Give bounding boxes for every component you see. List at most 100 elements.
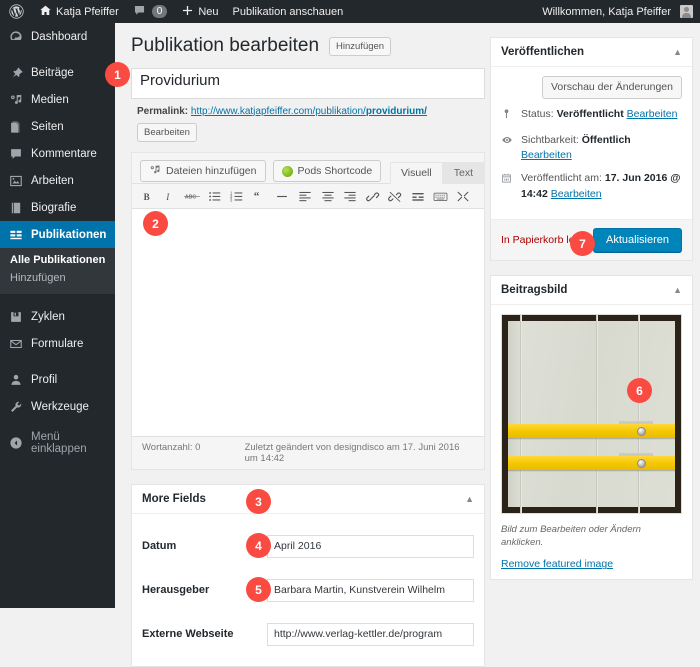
comments-menu[interactable]: 0 [126, 0, 175, 23]
wordpress-icon[interactable] [0, 0, 32, 23]
strikethrough-icon[interactable]: ABC [181, 186, 204, 206]
add-media-label: Dateien hinzufügen [166, 165, 257, 178]
permalink-url[interactable]: http://www.katjapfeiffer.com/publikation… [191, 106, 427, 117]
update-button[interactable]: Aktualisieren [593, 227, 682, 252]
sidebar-subitem-label: Alle Publikationen [10, 254, 106, 266]
herausgeber-input[interactable]: Barbara Martin, Kunstverein Wilhelm [267, 578, 474, 602]
site-name-label: Katja Pfeiffer [56, 5, 119, 18]
callout-badge-2: 2 [143, 211, 168, 236]
datum-input[interactable]: April 2016 [267, 534, 474, 558]
add-new-button[interactable]: Hinzufügen [329, 36, 392, 57]
align-right-icon[interactable] [339, 186, 362, 206]
sidebar-item-arbeiten[interactable]: Arbeiten [0, 167, 115, 194]
title-field-wrap: Providurium [123, 67, 493, 99]
horizontal-rule-icon[interactable] [271, 186, 294, 206]
side-column: Veröffentlichen ▲ Vorschau der Änderunge… [490, 37, 693, 594]
post-title-input[interactable]: Providurium [131, 67, 485, 99]
page-title: Publikation bearbeiten [131, 35, 320, 56]
preview-row: Vorschau der Änderungen [501, 76, 682, 99]
photo-seam [596, 314, 597, 513]
pin-icon [501, 107, 515, 125]
field-row-datum: Datum April 2016 [142, 524, 474, 568]
italic-icon[interactable]: I [159, 186, 182, 206]
align-center-icon[interactable] [316, 186, 339, 206]
sidebar-item-dashboard[interactable]: Dashboard [0, 23, 115, 50]
chevron-up-icon[interactable]: ▲ [673, 285, 682, 295]
sidebar-item-beitraege[interactable]: Beiträge [0, 59, 115, 86]
status-edit-link[interactable]: Bearbeiten [627, 108, 678, 120]
sidebar-item-werkzeuge[interactable]: Werkzeuge [0, 393, 115, 420]
chevron-up-icon[interactable]: ▲ [465, 494, 474, 504]
sidebar-item-label: Seiten [31, 120, 64, 133]
media-icon [8, 92, 24, 108]
comment-icon [133, 4, 146, 20]
permalink-url-prefix: http://www.katjapfeiffer.com/publikation… [190, 105, 366, 117]
sidebar-item-medien[interactable]: Medien [0, 86, 115, 113]
remove-featured-image-link[interactable]: Remove featured image [501, 558, 682, 570]
featured-image-header: Beitragsbild ▲ [491, 276, 692, 305]
sidebar-item-formulare[interactable]: Formulare [0, 330, 115, 357]
preview-changes-button[interactable]: Vorschau der Änderungen [541, 76, 682, 99]
sidebar-separator [0, 294, 115, 303]
sidebar-subitem-alle-publikationen[interactable]: Alle Publikationen [0, 251, 115, 269]
greeting-label: Willkommen, Katja Pfeiffer [542, 5, 671, 18]
blockquote-icon[interactable]: “ [249, 186, 272, 206]
sidebar-item-seiten[interactable]: Seiten [0, 113, 115, 140]
permalink-edit-button[interactable]: Bearbeiten [137, 122, 197, 143]
view-publication-link[interactable]: Publikation anschauen [226, 0, 351, 23]
tab-text[interactable]: Text [442, 162, 484, 185]
bold-icon[interactable]: B [136, 186, 159, 206]
sidebar-item-biografie[interactable]: Biografie [0, 194, 115, 221]
new-content-menu[interactable]: Neu [174, 0, 225, 23]
site-name-menu[interactable]: Katja Pfeiffer [32, 0, 126, 23]
sidebar-item-profil[interactable]: Profil [0, 366, 115, 393]
editor-media-row: Dateien hinzufügen Pods Shortcode Visuel… [132, 153, 484, 185]
visibility-label: Sichtbarkeit: [521, 133, 579, 146]
visibility-edit-link[interactable]: Bearbeiten [521, 149, 572, 161]
more-fields-title: More Fields [142, 493, 206, 506]
more-fields-panel: More Fields ▲ Datum April 2016 Herausgeb… [131, 484, 485, 667]
chevron-up-icon[interactable]: ▲ [673, 47, 682, 57]
sidebar-item-label: Biografie [31, 201, 77, 214]
link-icon[interactable] [361, 186, 384, 206]
field-label: Externe Webseite [142, 628, 234, 641]
sidebar-item-kommentare[interactable]: Kommentare [0, 140, 115, 167]
add-media-button[interactable]: Dateien hinzufügen [140, 160, 266, 183]
ordered-list-icon[interactable]: 123 [226, 186, 249, 206]
callout-badge-3: 3 [246, 489, 271, 514]
sidebar-collapse-label: Menü einklappen [31, 430, 87, 455]
fullscreen-icon[interactable] [451, 186, 474, 206]
read-more-icon[interactable] [406, 186, 429, 206]
externe-webseite-input[interactable]: http://www.verlag-kettler.de/program [267, 622, 474, 646]
sidebar-item-publikationen[interactable]: Publikationen [0, 221, 115, 248]
sidebar-collapse-button[interactable]: Menü einklappen [0, 429, 115, 456]
sidebar-item-label: Publikationen [31, 228, 107, 241]
photo-seam [520, 314, 521, 513]
tab-visual[interactable]: Visuell [389, 162, 443, 185]
publish-date-edit-link[interactable]: Bearbeiten [551, 188, 602, 200]
keyboard-shortcuts-icon[interactable] [429, 186, 452, 206]
unordered-list-icon[interactable] [204, 186, 227, 206]
collapse-arrow-icon [8, 435, 24, 451]
sidebar-item-zyklen[interactable]: Zyklen [0, 303, 115, 330]
home-icon [39, 4, 52, 20]
publish-panel-body: Vorschau der Änderungen Status: Veröffen… [491, 67, 692, 219]
sidebar-subitem-hinzufuegen[interactable]: Hinzufügen [0, 269, 115, 287]
photo-strap [508, 452, 675, 470]
status-label: Status: [521, 107, 554, 120]
unlink-icon[interactable] [384, 186, 407, 206]
align-left-icon[interactable] [294, 186, 317, 206]
callout-badge-4: 4 [246, 533, 271, 558]
user-icon [8, 372, 24, 388]
svg-text:“: “ [254, 190, 260, 202]
account-menu[interactable]: Willkommen, Katja Pfeiffer [535, 0, 700, 23]
pods-shortcode-button[interactable]: Pods Shortcode [272, 160, 382, 183]
featured-image-panel: Beitragsbild ▲ Bild zum Bearbeiten oder … [490, 274, 693, 581]
featured-image-thumbnail[interactable] [501, 313, 682, 514]
sidebar-item-label: Dashboard [31, 30, 88, 43]
post-content-editor[interactable] [132, 208, 484, 437]
field-row-externe-webseite: Externe Webseite http://www.verlag-kettl… [142, 612, 474, 656]
status-value: Veröffentlicht [556, 107, 624, 120]
photo-rivet [637, 458, 646, 468]
sidebar-separator [0, 50, 115, 59]
